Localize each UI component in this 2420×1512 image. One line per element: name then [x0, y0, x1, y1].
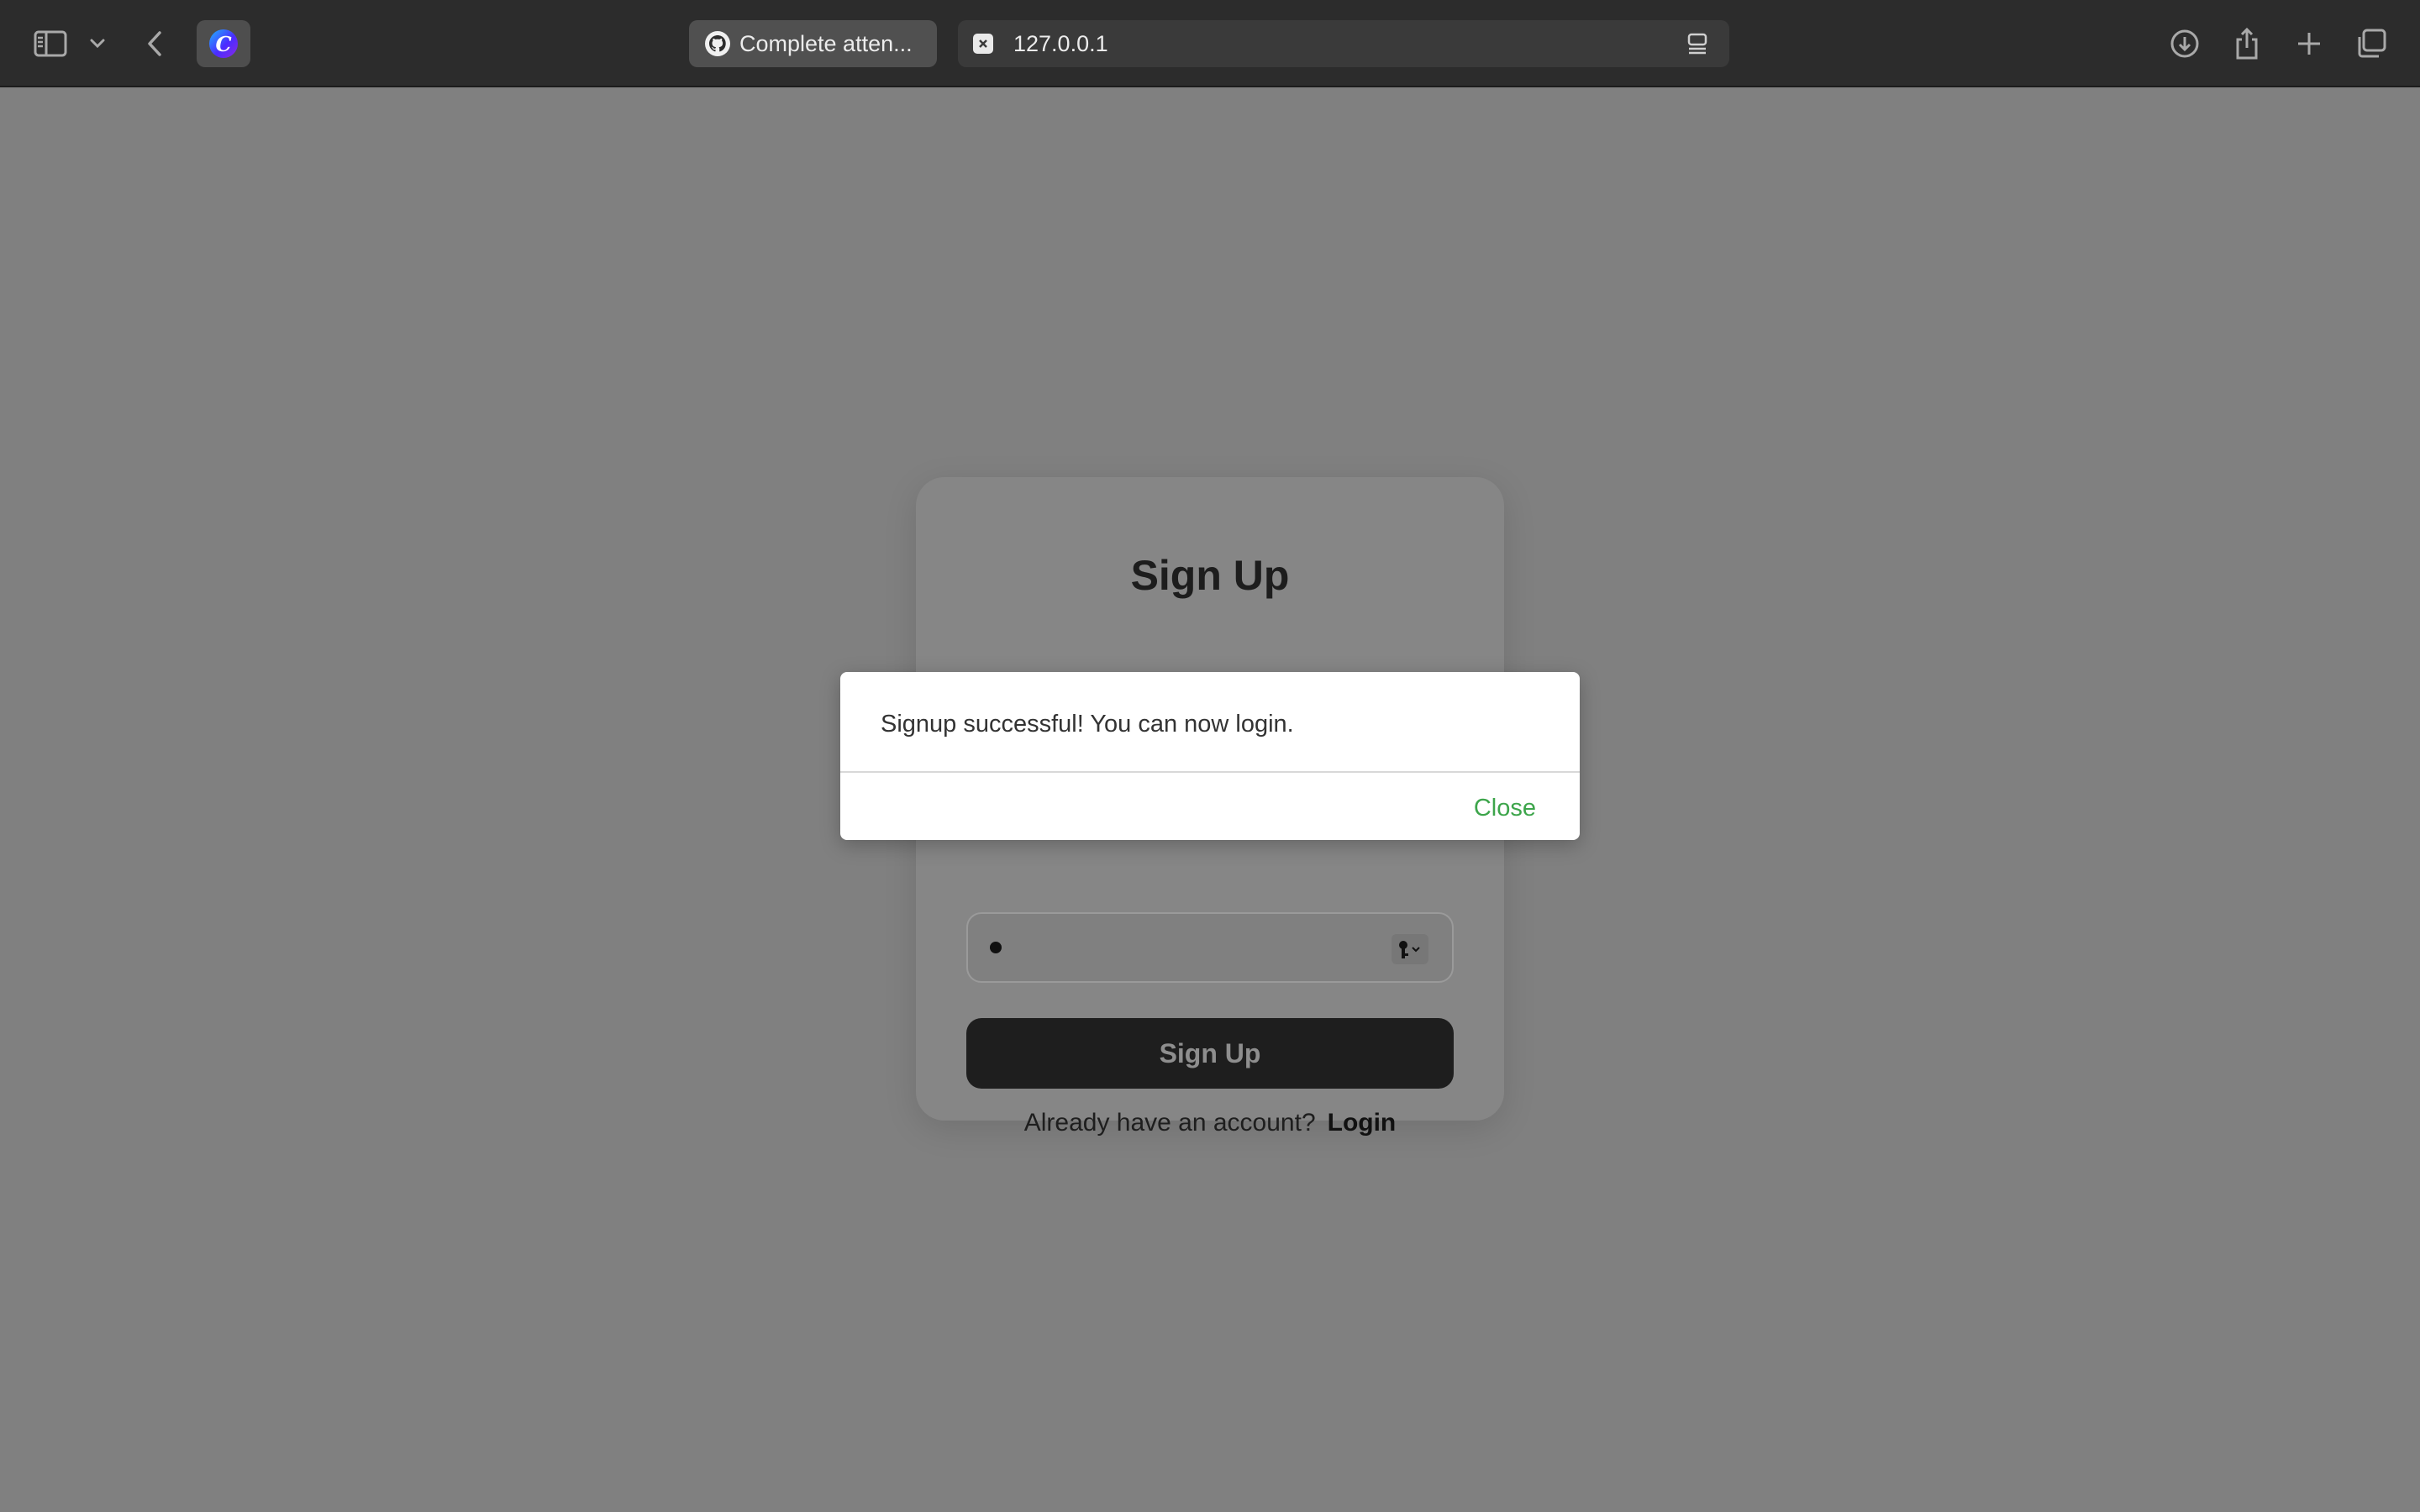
login-link[interactable]: Login	[1328, 1109, 1397, 1137]
reader-icon[interactable]	[1684, 30, 1711, 57]
back-icon[interactable]	[141, 25, 168, 62]
dialog-message: Signup successful! You can now login.	[881, 711, 1294, 738]
password-field[interactable]	[966, 912, 1454, 983]
share-icon[interactable]	[2228, 25, 2265, 62]
github-icon	[704, 30, 731, 57]
extension-logo-icon: C	[209, 29, 238, 58]
download-icon[interactable]	[2166, 25, 2203, 62]
account-prompt-text: Already have an account?	[1023, 1109, 1316, 1137]
password-dot	[990, 942, 1002, 953]
close-tab-icon[interactable]	[973, 34, 993, 54]
key-icon[interactable]	[1392, 934, 1428, 964]
alert-dialog: Signup successful! You can now login. Cl…	[840, 672, 1580, 840]
sidebar-icon[interactable]	[30, 25, 71, 62]
extension-button[interactable]: C	[197, 20, 250, 67]
tab-github[interactable]: Complete atten...	[689, 20, 937, 67]
tabs-overview-icon[interactable]	[2353, 25, 2390, 62]
close-button[interactable]: Close	[1474, 795, 1536, 822]
address-text[interactable]: 127.0.0.1	[1013, 31, 1108, 57]
page-title: Sign Up	[1130, 552, 1290, 599]
chevron-down-icon[interactable]	[87, 30, 108, 57]
tab-label: Complete atten...	[739, 30, 913, 56]
tab-localhost[interactable]: 127.0.0.1	[958, 20, 1729, 67]
signup-button[interactable]: Sign Up	[966, 1018, 1454, 1089]
dialog-divider	[840, 771, 1580, 773]
plus-icon[interactable]	[2291, 25, 2328, 62]
login-prompt: Already have an account? Login	[916, 1109, 1504, 1137]
browser-toolbar: C Complete atten... 127.0.0.1	[0, 0, 2420, 87]
